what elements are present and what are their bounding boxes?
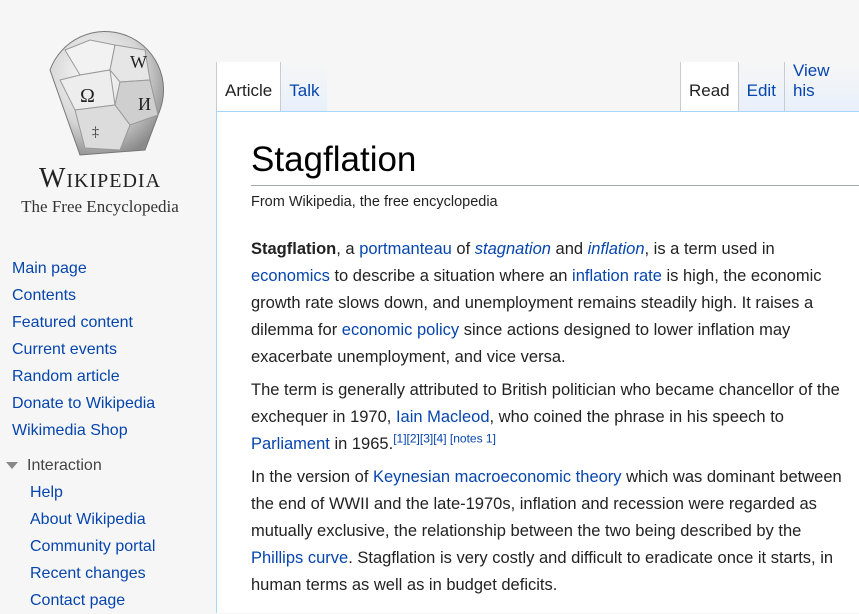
title-divider xyxy=(251,185,859,186)
bold-term: Stagflation xyxy=(251,240,337,258)
site-subtitle: From Wikipedia, the free encyclopedia xyxy=(251,194,498,210)
sidebar-item-help[interactable]: Help xyxy=(0,479,215,506)
reference-link[interactable]: [1][2][3][4] xyxy=(393,432,446,446)
interaction-section-toggle[interactable]: Interaction xyxy=(0,452,215,479)
link-portmanteau[interactable]: portmanteau xyxy=(359,240,452,258)
link-parliament[interactable]: Parliament xyxy=(251,435,330,453)
paragraph-1: Stagflation, a portmanteau of stagnation… xyxy=(251,236,851,371)
sidebar-item-contents[interactable]: Contents xyxy=(0,282,215,309)
sidebar-item-donate[interactable]: Donate to Wikipedia xyxy=(0,390,215,417)
sidebar-item-about-wikipedia[interactable]: About Wikipedia xyxy=(0,506,215,533)
logo-tagline: The Free Encyclopedia xyxy=(21,197,179,216)
svg-text:‡: ‡ xyxy=(92,125,99,140)
link-text: stagnation xyxy=(474,240,551,258)
sidebar-navigation: Main page Contents Featured content Curr… xyxy=(0,255,215,614)
text: in 1965. xyxy=(329,435,394,453)
tab-article[interactable]: Article xyxy=(216,62,281,112)
link-phillips-curve[interactable]: Phillips curve xyxy=(251,549,348,567)
text: and xyxy=(550,240,588,258)
paragraph-3: In the version of Keynesian macroeconomi… xyxy=(251,464,851,599)
interaction-heading-label: Interaction xyxy=(27,457,102,474)
link-inflation-rate[interactable]: inflation rate xyxy=(572,267,662,285)
sidebar-item-contact-page[interactable]: Contact page xyxy=(0,587,215,614)
article-body: Stagflation, a portmanteau of stagnation… xyxy=(251,236,851,605)
link-iain-macleod[interactable]: Iain Macleod xyxy=(396,408,490,426)
sidebar-item-random-article[interactable]: Random article xyxy=(0,363,215,390)
link-economic-policy[interactable]: economic policy xyxy=(342,321,459,339)
text: , is a term used in xyxy=(644,240,775,258)
article-content: Stagflation From Wikipedia, the free enc… xyxy=(216,111,859,613)
tab-view-history[interactable]: View his xyxy=(783,61,859,112)
svg-text:И: И xyxy=(138,94,151,114)
link-keynesian-theory[interactable]: Keynesian macroeconomic theory xyxy=(373,468,622,486)
text: to describe a situation where an xyxy=(329,267,573,285)
paragraph-2: The term is generally attributed to Brit… xyxy=(251,377,851,458)
sidebar-item-recent-changes[interactable]: Recent changes xyxy=(0,560,215,587)
text: , a xyxy=(336,240,360,258)
tab-talk[interactable]: Talk xyxy=(280,62,328,112)
tab-edit[interactable]: Edit xyxy=(737,62,784,112)
sidebar-item-featured-content[interactable]: Featured content xyxy=(0,309,215,336)
tab-read[interactable]: Read xyxy=(680,62,738,112)
namespace-tabs: Article Talk xyxy=(216,62,328,112)
text: of xyxy=(451,240,475,258)
link-economics[interactable]: economics xyxy=(251,267,330,285)
wikipedia-logo[interactable]: W Ω И ‡ Wikipedia The Free Encyclopedia xyxy=(0,0,200,230)
view-tabs: Read Edit View his xyxy=(680,61,859,112)
svg-text:Ω: Ω xyxy=(80,85,95,107)
sidebar-item-community-portal[interactable]: Community portal xyxy=(0,533,215,560)
link-stagnation[interactable]: stagnation xyxy=(475,240,551,258)
puzzle-globe-icon: W Ω И ‡ xyxy=(49,31,165,156)
sidebar-item-wikimedia-shop[interactable]: Wikimedia Shop xyxy=(0,417,215,444)
sidebar-item-current-events[interactable]: Current events xyxy=(0,336,215,363)
svg-text:W: W xyxy=(130,52,147,72)
note-link[interactable]: [notes 1] xyxy=(447,432,496,446)
link-inflation[interactable]: inflation xyxy=(588,240,645,258)
reference-links: [1][2][3][4] [notes 1] xyxy=(393,432,496,446)
link-text: inflation xyxy=(587,240,645,258)
logo-wordmark: Wikipedia xyxy=(38,163,162,194)
text: In the version of xyxy=(251,468,373,486)
text: , who coined the phrase in his speech to xyxy=(489,408,784,426)
triangle-down-icon xyxy=(6,462,18,469)
sidebar-item-main-page[interactable]: Main page xyxy=(0,255,215,282)
page-title: Stagflation xyxy=(251,140,417,179)
